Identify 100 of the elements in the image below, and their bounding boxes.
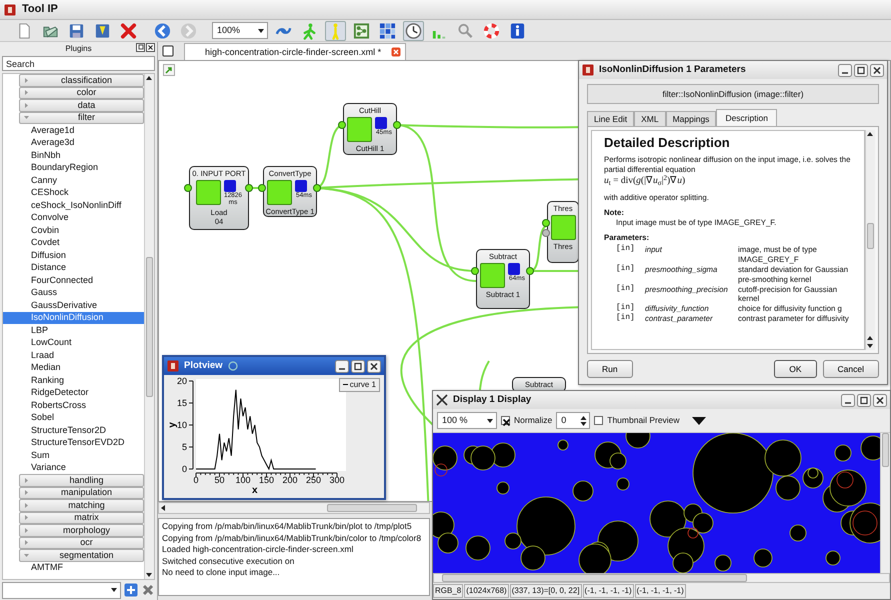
down-arrow-icon[interactable] xyxy=(145,571,153,579)
caret-icon[interactable] xyxy=(257,26,265,34)
checkbox[interactable] xyxy=(501,416,510,425)
plugin-item[interactable]: Variance xyxy=(3,462,144,474)
delete-icon[interactable] xyxy=(118,20,139,40)
plugin-item[interactable]: Average3d xyxy=(3,136,144,149)
close-button[interactable] xyxy=(870,64,884,76)
plugin-item[interactable]: StructureTensorEVD2D xyxy=(3,436,144,449)
close-button[interactable] xyxy=(873,394,887,406)
vertical-scrollbar[interactable] xyxy=(144,74,154,579)
expander-icon[interactable] xyxy=(23,514,30,522)
remove-icon[interactable] xyxy=(141,583,155,597)
plugin-item[interactable]: Distance xyxy=(3,262,144,274)
output-port[interactable] xyxy=(393,121,401,129)
plugin-item[interactable]: Ranking xyxy=(3,374,144,386)
minimize-button[interactable] xyxy=(841,394,855,406)
plugin-item[interactable]: Covbin xyxy=(3,224,144,236)
minimize-button[interactable] xyxy=(335,360,349,372)
vertical-scrollbar[interactable] xyxy=(880,433,890,573)
plugin-item[interactable]: RidgeDetector xyxy=(3,386,144,399)
vertical-scrollbar[interactable] xyxy=(865,130,875,350)
tab[interactable]: Description xyxy=(716,109,777,126)
tab[interactable]: Line Edit xyxy=(587,111,634,126)
arrow-icon[interactable] xyxy=(163,64,175,76)
plugin-item[interactable]: Sobel xyxy=(3,412,144,424)
expander-icon[interactable] xyxy=(23,489,30,496)
search-field[interactable]: Search xyxy=(2,56,155,71)
caret-icon[interactable] xyxy=(110,586,118,594)
dialog-button[interactable]: OK xyxy=(774,360,817,378)
plugin-item[interactable]: LBP xyxy=(3,324,144,336)
category-header[interactable]: manipulation xyxy=(19,486,144,499)
plugin-item[interactable]: Median xyxy=(3,362,144,374)
circle-icon[interactable] xyxy=(228,361,238,371)
plugin-item[interactable]: Average1d xyxy=(3,124,144,136)
plugin-item[interactable]: Lraad xyxy=(3,349,144,362)
graph-icon[interactable] xyxy=(351,20,372,40)
down-arrow-icon[interactable] xyxy=(866,342,874,350)
legend-item[interactable]: curve 1 xyxy=(338,378,380,392)
spin-arrows-icon[interactable] xyxy=(580,414,588,426)
expander-icon[interactable] xyxy=(23,552,30,559)
output-port[interactable] xyxy=(313,184,321,192)
checkbox[interactable] xyxy=(594,416,604,425)
caret-icon[interactable] xyxy=(486,416,494,424)
category-header[interactable]: classification xyxy=(19,74,144,86)
dialog-button[interactable]: Run xyxy=(587,360,633,378)
input-port[interactable] xyxy=(471,267,479,275)
scrollbar-thumb[interactable] xyxy=(146,256,153,396)
horizontal-scrollbar[interactable] xyxy=(433,573,890,583)
zoom-select[interactable]: 100% xyxy=(212,22,268,39)
plugin-item[interactable]: LowCount xyxy=(3,336,144,349)
maximize-button[interactable] xyxy=(854,64,868,76)
category-header[interactable]: color xyxy=(19,86,144,99)
dialog-button[interactable]: Cancel xyxy=(822,360,879,378)
clock-icon[interactable] xyxy=(403,20,424,40)
plugin-item[interactable]: GaussDerivative xyxy=(3,299,144,312)
plugin-item[interactable]: Gauss xyxy=(3,286,144,299)
add-icon[interactable] xyxy=(124,583,138,597)
dropdown-arrow-icon[interactable] xyxy=(692,416,706,424)
scrollbar-thumb[interactable] xyxy=(867,223,874,250)
category-header[interactable]: data xyxy=(19,99,144,112)
close-button[interactable] xyxy=(367,360,381,372)
expander-icon[interactable] xyxy=(23,476,30,484)
plugin-item[interactable]: RobertsCross xyxy=(3,399,144,412)
horizontal-scrollbar[interactable] xyxy=(158,502,430,514)
up-arrow-icon[interactable] xyxy=(866,334,874,342)
scrollbar-thumb[interactable] xyxy=(882,433,889,467)
up-arrow-icon[interactable] xyxy=(866,130,874,138)
tab[interactable]: Mappings xyxy=(666,111,716,126)
expander-icon[interactable] xyxy=(23,76,30,84)
grid-icon[interactable] xyxy=(377,20,398,40)
input-port[interactable] xyxy=(258,184,266,192)
minimize-button[interactable] xyxy=(838,64,852,76)
plugin-item[interactable]: IsoNonlinDiffusion xyxy=(3,312,144,324)
category-header[interactable]: ocr xyxy=(19,536,144,549)
lifebuoy-icon[interactable] xyxy=(481,20,502,40)
output-port[interactable] xyxy=(245,184,253,192)
scrollbar-thumb[interactable] xyxy=(327,504,417,512)
plugin-item[interactable]: Covdet xyxy=(3,236,144,249)
expander-icon[interactable] xyxy=(23,102,30,109)
plugin-item[interactable]: Canny xyxy=(3,174,144,186)
category-header[interactable]: handling xyxy=(19,474,144,486)
plugin-item[interactable]: BinNbh xyxy=(3,149,144,162)
expander-icon[interactable] xyxy=(23,526,30,534)
close-icon[interactable] xyxy=(146,43,155,52)
output-port[interactable] xyxy=(526,267,534,275)
category-header[interactable]: matrix xyxy=(19,512,144,524)
plugin-item[interactable]: ceShock_IsoNonlinDiff xyxy=(3,199,144,212)
expander-icon[interactable] xyxy=(23,539,30,546)
plugin-item[interactable]: BoundaryRegion xyxy=(3,162,144,174)
tab-list-icon[interactable] xyxy=(162,45,174,57)
plugin-item[interactable]: AMTMF xyxy=(3,562,144,574)
left-arrow-icon[interactable] xyxy=(159,504,167,512)
expander-icon[interactable] xyxy=(23,114,30,122)
expander-icon[interactable] xyxy=(23,502,30,509)
zoom-select[interactable]: 100 % xyxy=(437,412,497,429)
plugin-item[interactable]: FourConnected xyxy=(3,274,144,286)
input-port[interactable] xyxy=(338,121,346,129)
plugin-item[interactable]: Diffusion xyxy=(3,249,144,262)
spin-field[interactable]: 0 xyxy=(556,412,590,429)
tab[interactable]: XML xyxy=(634,111,666,126)
